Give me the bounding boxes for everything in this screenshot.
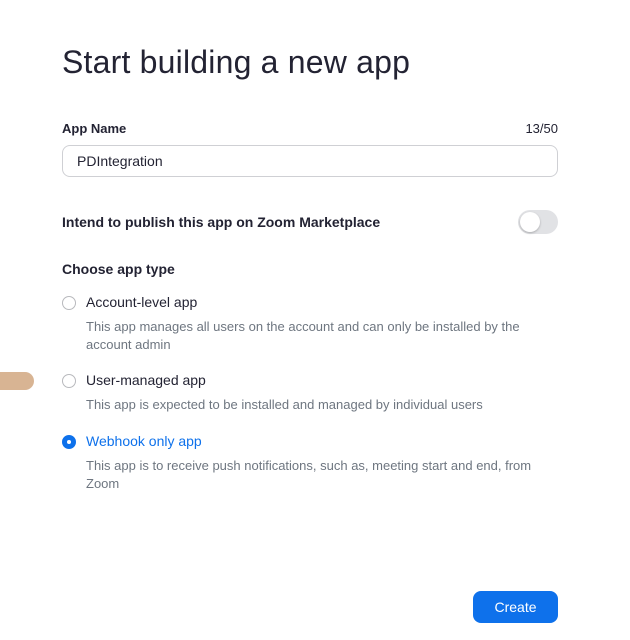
- create-app-dialog: Start building a new app App Name 13/50 …: [0, 0, 630, 640]
- webhook-only-description: This app is to receive push notification…: [86, 458, 532, 491]
- app-name-label: App Name: [62, 121, 127, 136]
- create-button[interactable]: Create: [473, 591, 558, 623]
- app-name-input[interactable]: [62, 145, 558, 177]
- webhook-only-label[interactable]: Webhook only app: [86, 433, 202, 449]
- account-level-radio[interactable]: [62, 296, 76, 310]
- publish-marketplace-toggle[interactable]: [518, 210, 558, 234]
- publish-marketplace-label: Intend to publish this app on Zoom Marke…: [62, 214, 381, 230]
- user-managed-description: This app is expected to be installed and…: [86, 397, 483, 412]
- user-managed-radio[interactable]: [62, 374, 76, 388]
- page-title: Start building a new app: [62, 44, 411, 80]
- app-name-char-count: 13/50: [525, 121, 558, 136]
- app-type-label: Choose app type: [62, 261, 175, 277]
- toggle-knob: [520, 212, 540, 232]
- pointing-hand-icon: [0, 372, 34, 390]
- account-level-description: This app manages all users on the accoun…: [86, 319, 520, 352]
- webhook-only-radio[interactable]: [62, 435, 76, 449]
- user-managed-label[interactable]: User-managed app: [86, 372, 206, 388]
- account-level-label[interactable]: Account-level app: [86, 294, 197, 310]
